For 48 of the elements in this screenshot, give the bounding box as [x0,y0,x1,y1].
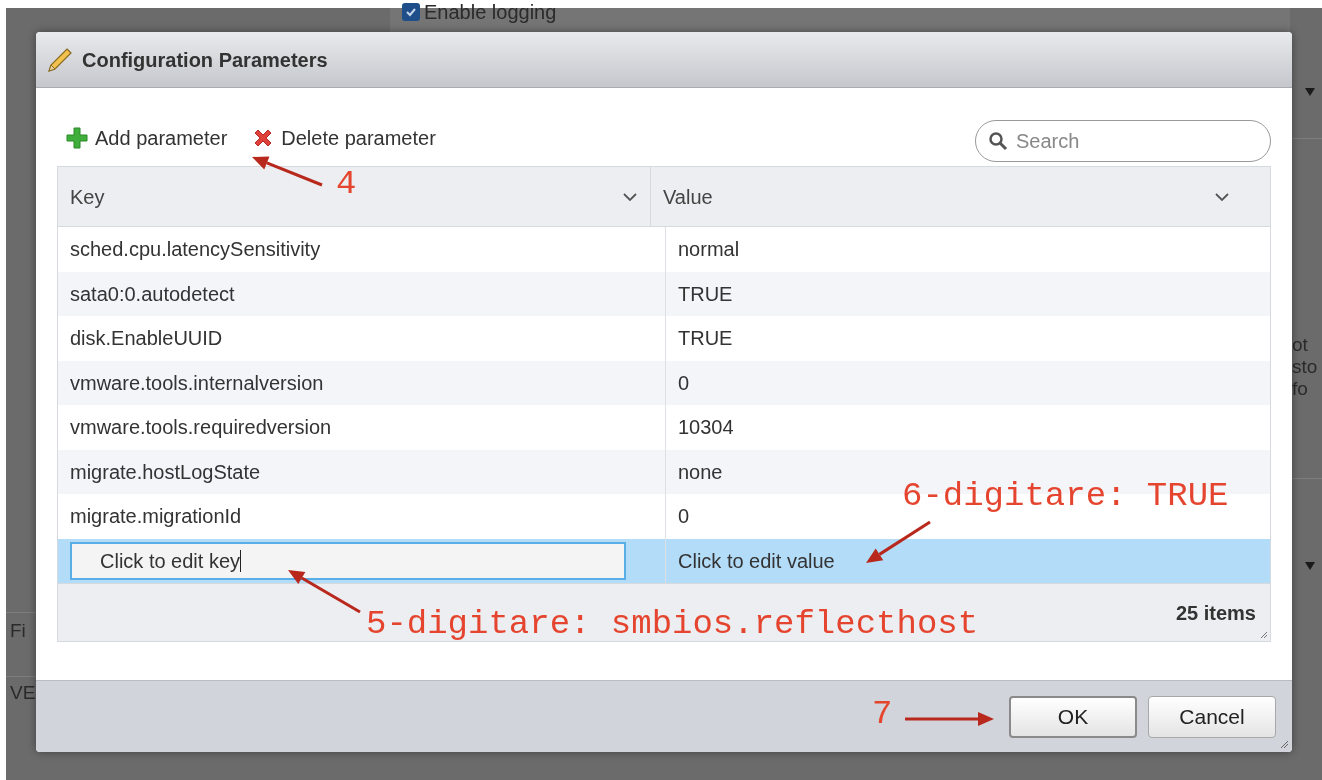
dropdown-arrow-icon [1304,560,1316,572]
background-text: VE [10,682,36,704]
dialog-button[interactable]: OK [1009,695,1137,738]
resize-grip-icon [1260,631,1268,639]
key-input-field[interactable]: Click to edit key [70,541,626,580]
table-cell-text: migrate.hostLogState [70,459,261,485]
table-cell: Click to edit value [678,549,835,572]
background-text: sto [1292,356,1318,378]
background-text: ot [1292,334,1309,356]
dropdown-arrow-icon [1304,86,1316,98]
search-icon [988,131,1008,151]
chevron-down-icon [1214,191,1230,202]
checkbox[interactable] [402,3,420,21]
resize-grip-icon [1280,740,1289,749]
column-header[interactable]: Value [651,167,1270,226]
table-cell-text: sata0:0.autodetect [70,281,235,307]
annotation-arrow [866,520,931,563]
annotation-text: 5-digitare: smbios.reflecthost [366,604,979,644]
table-cell-text: disk.EnableUUID [70,326,223,352]
annotation-arrow [252,156,323,187]
annotation-text: 4 [336,164,357,204]
table-cell: TRUE [678,327,733,350]
table-cell-text: vmware.tools.internalversion [70,370,324,396]
table-cell-text: sched.cpu.latencySensitivity [70,237,321,263]
dialog-title: Configuration Parameters [82,47,328,73]
table-cell-text: migrate.migrationId [70,504,242,530]
table-cell: 10304 [678,416,734,439]
item-count: 25 items [1175,600,1256,626]
table-cell: TRUE [678,282,733,305]
table-cell: normal [678,238,740,261]
table-row[interactable]: Click to edit key Click to edit value [58,538,1270,583]
table-cell: none [678,460,723,483]
toolbar-button[interactable]: Add parameter [65,123,228,153]
background-text: Fi [10,620,27,642]
chevron-down-icon [622,191,638,202]
dialog-button[interactable]: Cancel [1148,695,1276,738]
toolbar-button[interactable]: Delete parameter [251,123,436,153]
checkmark-icon [405,6,417,18]
table-row[interactable]: sata0:0.autodetect TRUE [58,271,1270,316]
table-cell: 0 [678,371,690,394]
table-cell: 0 [678,505,690,528]
annotation-text: 7 [872,694,893,734]
search-field[interactable]: Search [975,120,1271,162]
plus-icon [65,126,89,150]
table-row[interactable]: vmware.tools.internalversion 0 [58,360,1270,405]
table-cell-text: vmware.tools.requiredversion [70,415,332,441]
background-text: fo [1292,378,1309,400]
checkbox-label: Enable logging [424,2,557,22]
